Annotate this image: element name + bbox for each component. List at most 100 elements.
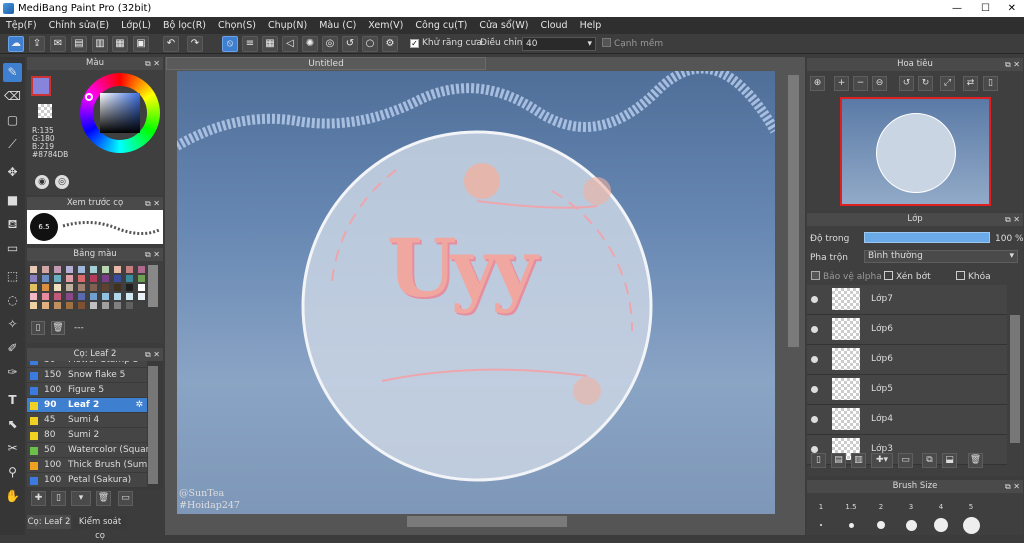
lasso-icon[interactable]: ◌ — [3, 291, 22, 310]
drawing-canvas[interactable]: Uyy — [177, 71, 775, 514]
canvas-vertical-scrollbar[interactable] — [788, 75, 799, 347]
brush-item[interactable]: 50 Watercolor (Square — [27, 443, 155, 458]
antialias-checkbox[interactable]: ✓ Khử răng cưa — [410, 38, 482, 48]
brush-size-dot[interactable] — [820, 524, 822, 526]
eye-icon[interactable] — [811, 296, 818, 303]
share-icon[interactable]: ⇪ — [29, 36, 45, 52]
curve-snap-icon[interactable]: ↺ — [342, 36, 358, 52]
menu-filter[interactable]: Bộ lọc(R) — [157, 17, 212, 34]
zoom-icon[interactable]: ⊕ — [810, 76, 825, 91]
color-wheel[interactable] — [80, 73, 160, 153]
palette-swatch[interactable] — [102, 302, 109, 309]
menu-cloud[interactable]: Cloud — [534, 17, 573, 34]
canvas-horizontal-scrollbar[interactable] — [407, 516, 567, 527]
zoom-in-icon[interactable]: + — [834, 76, 849, 91]
palette-swatch[interactable] — [102, 275, 109, 282]
bucket-tool-icon[interactable]: ⛾ — [3, 215, 22, 234]
new-layer-icon[interactable]: ▯ — [811, 453, 826, 468]
palette-swatch[interactable] — [90, 275, 97, 282]
adjust-dropdown[interactable]: 40 ▾ — [522, 37, 596, 51]
palette-swatch[interactable] — [66, 266, 73, 273]
vanish-snap-icon[interactable]: ◁ — [282, 36, 298, 52]
palette-swatch[interactable] — [138, 302, 145, 309]
layer-row[interactable]: Lớp4 — [807, 405, 1007, 435]
halftone-layer-icon[interactable]: ▥ — [851, 453, 866, 468]
reset-icon[interactable]: ▯ — [983, 76, 998, 91]
duplicate-layer-icon[interactable]: ⧉ — [922, 453, 937, 468]
palette-swatch[interactable] — [90, 293, 97, 300]
palette-swatch[interactable] — [114, 302, 121, 309]
ellipse-snap-icon[interactable]: ○ — [362, 36, 378, 52]
palette-swatch[interactable] — [114, 284, 121, 291]
gradient-tool-icon[interactable]: ▭ — [3, 239, 22, 258]
expand-icon[interactable]: ⧉ ✕ — [145, 197, 160, 210]
primary-color-swatch[interactable] — [31, 76, 51, 96]
palette-swatch[interactable] — [42, 266, 49, 273]
circle-snap-icon[interactable]: ◎ — [322, 36, 338, 52]
select-eraser-icon[interactable]: ✑ — [3, 363, 22, 382]
navigator-thumbnail[interactable] — [840, 97, 991, 206]
palette-swatch[interactable] — [42, 302, 49, 309]
maximize-button[interactable]: ☐ — [981, 0, 990, 17]
palette-swatch[interactable] — [126, 302, 133, 309]
cloud-icon[interactable]: ☁ — [8, 36, 24, 52]
zoom-fit-icon[interactable]: ⊖ — [872, 76, 887, 91]
menu-file[interactable]: Tệp(F) — [0, 17, 43, 34]
text-tool-icon[interactable]: T — [3, 391, 22, 410]
brush-tool-icon[interactable]: ✎ — [3, 63, 22, 82]
merge-layer-icon[interactable]: ⬓ — [942, 453, 957, 468]
menu-edit[interactable]: Chỉnh sửa(E) — [43, 17, 116, 34]
palette-swatch[interactable] — [78, 275, 85, 282]
select-pen-icon[interactable]: ✐ — [3, 339, 22, 358]
clip-checkbox[interactable]: Xén bớt — [884, 271, 931, 282]
brush-size-dot[interactable] — [877, 521, 885, 529]
palette-swatch[interactable] — [54, 293, 61, 300]
palette-swatch[interactable] — [78, 302, 85, 309]
gear-icon[interactable]: ✲ — [135, 398, 143, 413]
redo-icon[interactable]: ↷ — [187, 36, 203, 52]
fit-screen-icon[interactable]: ⤢ — [940, 76, 955, 91]
palette-swatch[interactable] — [90, 266, 97, 273]
palette-swatch[interactable] — [30, 284, 37, 291]
operation-tool-icon[interactable]: ⬉ — [3, 415, 22, 434]
rotate-right-icon[interactable]: ↻ — [918, 76, 933, 91]
expand-icon[interactable]: ⧉ ✕ — [1005, 213, 1020, 226]
tab-brush[interactable]: Cọ: Leaf 2 — [27, 515, 71, 529]
brush-size-dot[interactable] — [848, 522, 854, 528]
eyedropper-icon[interactable]: ⚲ — [3, 463, 22, 482]
brush-size-dot[interactable] — [905, 519, 917, 531]
menu-select[interactable]: Chọn(S) — [212, 17, 262, 34]
delete-brush-icon[interactable]: 🗑 — [96, 491, 111, 506]
divide-tool-icon[interactable]: ✂ — [3, 439, 22, 458]
brush-item[interactable]: 100 Petal (Sakura) — [27, 473, 147, 488]
flip-icon[interactable]: ⇄ — [963, 76, 978, 91]
tab-brush-control[interactable]: Kiểm soát cọ — [73, 515, 127, 541]
brush-item[interactable]: 45 Sumi 4 — [27, 413, 147, 428]
palette-swatch[interactable] — [114, 293, 121, 300]
brush-list-scrollbar[interactable] — [148, 366, 158, 484]
new-palette-icon[interactable]: ▯ — [31, 321, 45, 335]
new-color-layer-icon[interactable]: ▤ — [831, 453, 846, 468]
palette-swatch[interactable] — [78, 284, 85, 291]
palette-swatch[interactable] — [54, 302, 61, 309]
lock-checkbox[interactable]: Khóa — [956, 271, 991, 282]
blend-dropdown[interactable]: Bình thường ▾ — [864, 250, 1018, 263]
comment-icon[interactable]: ✉ — [50, 36, 66, 52]
menu-snap[interactable]: Chụp(N) — [262, 17, 313, 34]
grid-icon[interactable]: ▦ — [112, 36, 128, 52]
brush-item[interactable]: 150 Snow flake 5 — [27, 368, 147, 383]
no-snap-icon[interactable]: ⦸ — [222, 36, 238, 52]
eye-icon[interactable] — [811, 356, 818, 363]
menu-window[interactable]: Cửa sổ(W) — [473, 17, 534, 34]
add-layer-menu-icon[interactable]: ✚▾ — [871, 453, 893, 468]
saturation-box[interactable] — [100, 93, 140, 133]
palette-swatch[interactable] — [126, 293, 133, 300]
trash-icon[interactable]: 🗑 — [51, 321, 65, 335]
trash-icon[interactable]: 🗑 — [968, 453, 983, 468]
palette-swatch[interactable] — [78, 266, 85, 273]
brush-item[interactable]: 30 Flower Stamp 3 — [27, 361, 147, 368]
expand-icon[interactable]: ⧉ ✕ — [1005, 58, 1020, 71]
palette-swatch[interactable] — [42, 284, 49, 291]
document-icon[interactable]: ▤ — [71, 36, 87, 52]
palette-swatch[interactable] — [66, 284, 73, 291]
